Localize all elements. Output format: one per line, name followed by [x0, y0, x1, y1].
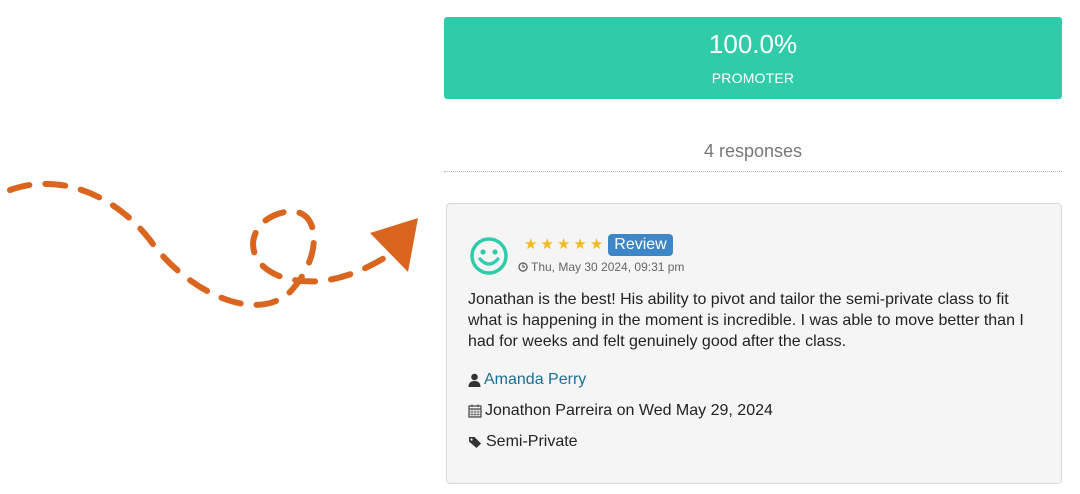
star-icon: ★ [589, 236, 604, 253]
star-icon: ★ [540, 236, 554, 253]
promoter-label: PROMOTER [711, 70, 795, 86]
star-icon: ★ [556, 236, 571, 253]
star-icon: ★ [573, 236, 587, 253]
star-icon: ★ [524, 236, 538, 253]
star-rating: ★ ★ ★ ★ ★ Review [524, 234, 673, 256]
smiley-icon [470, 237, 508, 275]
tag-icon [469, 436, 481, 448]
tag-text: Semi-Private [486, 433, 578, 450]
promoter-banner: 100.0% PROMOTER [444, 17, 1062, 99]
responses-count: 4 responses [703, 141, 803, 161]
review-text: Jonathan is the best! His ability to piv… [468, 291, 1024, 350]
author-link[interactable]: Amanda Perry [484, 371, 586, 389]
promoter-percentage: 100.0% [708, 29, 798, 59]
review-card: ★ ★ ★ ★ ★ Review Thu, May 30 2024, 09:31… [446, 203, 1062, 484]
review-tag: Semi-Private [468, 433, 578, 451]
curved-arrow-icon [7, 180, 418, 308]
review-timestamp: Thu, May 30 2024, 09:31 pm [518, 260, 684, 274]
timestamp-text: Thu, May 30 2024, 09:31 pm [531, 260, 685, 274]
user-icon [468, 373, 481, 387]
review-session: Jonathon Parreira on Wed May 29, 2024 [468, 402, 773, 420]
calendar-icon [468, 404, 482, 418]
review-badge: Review [608, 234, 673, 256]
clock-icon [518, 262, 528, 272]
divider [444, 171, 1062, 172]
review-author[interactable]: Amanda Perry [468, 371, 586, 389]
session-text: Jonathon Parreira on Wed May 29, 2024 [485, 402, 773, 419]
